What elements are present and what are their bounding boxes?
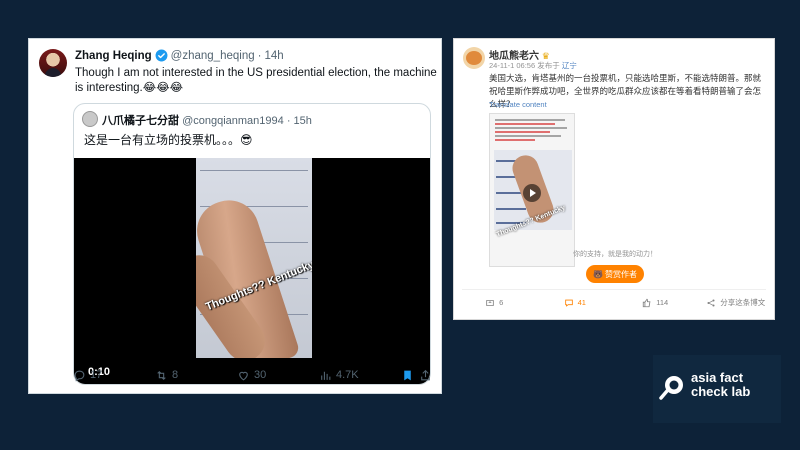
- post-text: Though I am not interested in the US pre…: [75, 67, 437, 94]
- quoted-post-text: 这是一台有立场的投票机。。。😎: [84, 133, 253, 147]
- quoted-author-avatar: [82, 111, 98, 127]
- views-count: 4.7K: [336, 369, 359, 381]
- weibo-comment-button[interactable]: 41: [535, 297, 616, 308]
- bookmark-button[interactable]: [401, 369, 419, 382]
- weibo-video-thumbnail[interactable]: Thoughts?? Kentucky: [489, 113, 575, 267]
- weibo-share-button[interactable]: 分享这条博文: [696, 297, 777, 308]
- dot-separator: ·: [257, 49, 262, 62]
- author-handle[interactable]: @zhang_heqing: [171, 50, 255, 62]
- weibo-location-prefix: 发布于: [537, 61, 560, 70]
- quoted-post[interactable]: 八爪橘子七分甜 @congqianman1994 · 15h 这是一台有立场的投…: [73, 103, 431, 385]
- share-icon: [707, 298, 715, 307]
- quoted-post-header: 八爪橘子七分甜 @congqianman1994 · 15h: [102, 112, 312, 128]
- logo-line-1: asia fact: [691, 370, 744, 385]
- weibo-like-button[interactable]: 114: [615, 297, 696, 308]
- repost-icon: [486, 299, 494, 306]
- quoted-post-time: 15h: [293, 115, 312, 127]
- logo-text: asia fact check lab: [691, 371, 750, 399]
- weibo-author-avatar[interactable]: [463, 47, 485, 69]
- quoted-author-name: 八爪橘子七分甜: [102, 115, 179, 127]
- quoted-author-handle: @congqianman1994: [182, 115, 284, 127]
- repost-icon: [157, 370, 166, 380]
- author-name[interactable]: Zhang Heqing: [75, 50, 152, 62]
- share-icon: [421, 369, 430, 380]
- divider: [462, 289, 766, 290]
- reply-button[interactable]: 17: [73, 369, 155, 382]
- weibo-post-meta: 24-11-1 06:56 发布于 辽宁: [489, 60, 577, 71]
- translate-content-link[interactable]: Translate content: [489, 100, 547, 109]
- reward-author-button[interactable]: 🐻 赞赏作者: [586, 265, 644, 283]
- views-button[interactable]: 4.7K: [319, 369, 401, 382]
- video-player[interactable]: Thoughts?? Kentucky 0:10: [74, 158, 430, 384]
- reward-label: 赞赏作者: [604, 269, 637, 279]
- share-button[interactable]: [419, 369, 435, 382]
- post-time[interactable]: 14h: [264, 50, 283, 62]
- asia-fact-check-lab-logo: asia fact check lab: [653, 355, 781, 423]
- logo-line-2: check lab: [691, 384, 751, 399]
- repost-button[interactable]: 8: [155, 369, 237, 382]
- reward-icon: 🐻: [593, 269, 603, 279]
- dot-separator: ·: [286, 115, 291, 127]
- weibo-share-label: 分享这条博文: [720, 298, 766, 307]
- reply-icon: [74, 370, 85, 381]
- like-button[interactable]: 30: [237, 369, 319, 382]
- bookmark-icon: [404, 370, 411, 380]
- magnifier-logo-icon: [659, 376, 683, 400]
- repost-count: 8: [172, 369, 179, 381]
- weibo-comment-count: 41: [577, 298, 586, 307]
- weibo-repost-button[interactable]: 6: [454, 297, 535, 308]
- voting-machine-screen-image: Thoughts?? Kentucky: [196, 158, 312, 358]
- views-chart-icon: [321, 371, 331, 380]
- support-text: 你的支持，就是我的动力！: [573, 251, 657, 258]
- twitter-post-card: Zhang Heqing @zhang_heqing · 14h Though …: [28, 38, 442, 394]
- thumbs-up-icon: [643, 298, 651, 307]
- post-header: Zhang Heqing @zhang_heqing · 14h: [75, 49, 284, 62]
- comment-icon: [564, 299, 573, 307]
- post-actions-bar: 17 8 30 4.7K: [73, 365, 435, 385]
- verified-badge-icon: [155, 49, 168, 62]
- weibo-location[interactable]: 辽宁: [562, 61, 577, 70]
- weibo-like-count: 114: [656, 298, 669, 307]
- weibo-post-card: 地瓜熊老六 ♛ 24-11-1 06:56 发布于 辽宁 美国大选，肯塔基州的一…: [453, 38, 775, 320]
- weibo-repost-count: 6: [499, 298, 504, 307]
- like-count: 30: [254, 369, 267, 381]
- play-icon[interactable]: [523, 184, 541, 202]
- author-avatar[interactable]: [39, 49, 67, 77]
- reply-count: 17: [90, 369, 103, 381]
- weibo-actions-bar: 6 41 114 分享这条博文: [454, 297, 776, 308]
- weibo-post-date[interactable]: 24-11-1 06:56: [489, 61, 535, 70]
- heart-icon: [239, 371, 248, 380]
